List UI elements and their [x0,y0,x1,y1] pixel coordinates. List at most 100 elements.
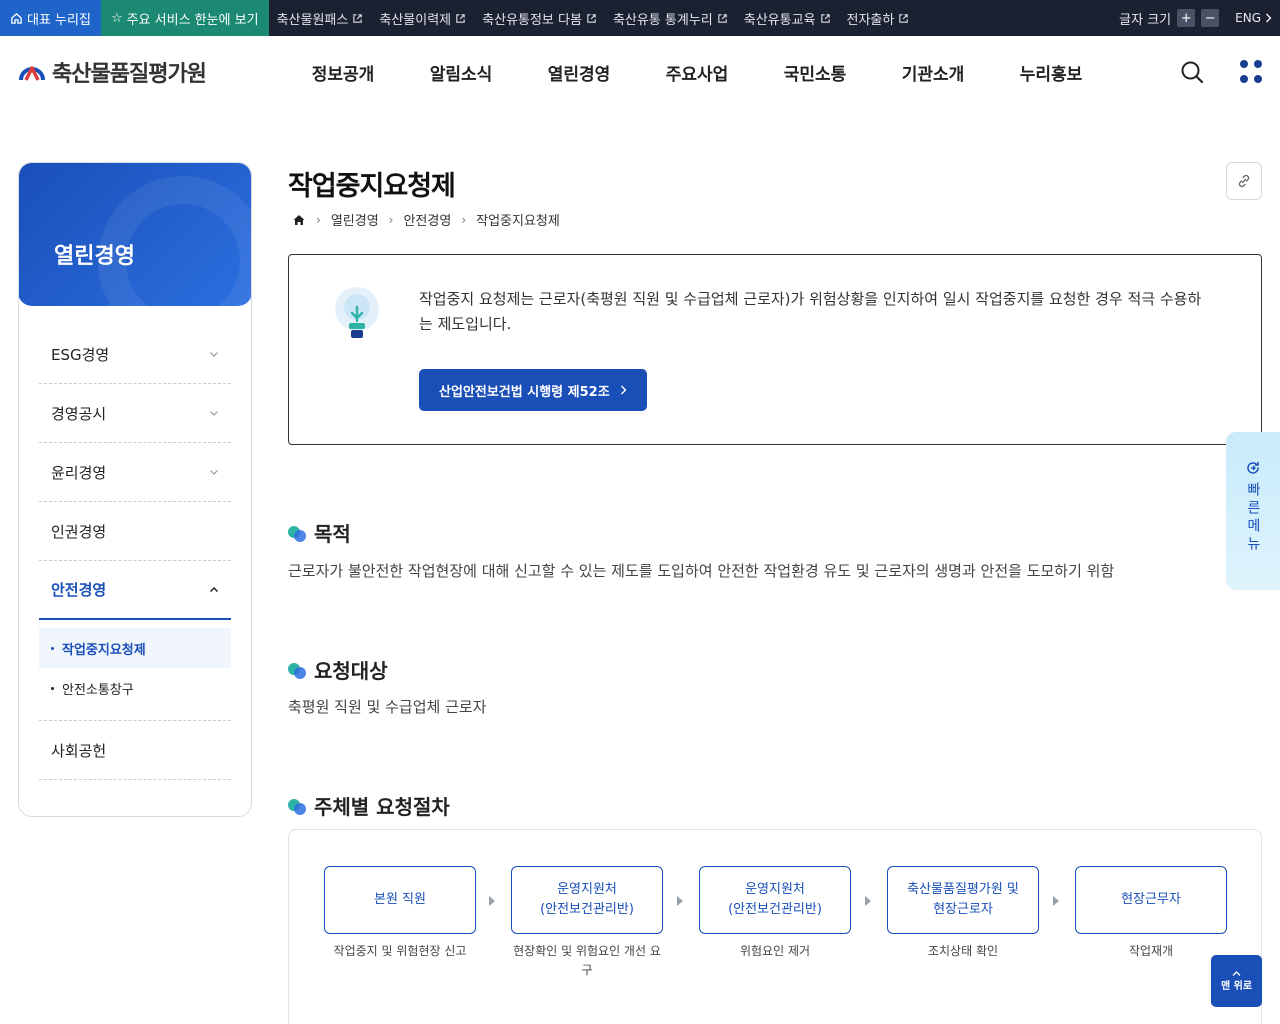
related-link-education[interactable]: 축산유통교육 [736,9,839,28]
arrow-right-icon [865,896,871,906]
related-link-stats[interactable]: 축산유통 통계누리 [605,9,736,28]
law-reference-button[interactable]: 산업안전보건법 시행령 제52조 [419,369,647,411]
back-to-top-label: 맨 위로 [1220,981,1253,992]
nav-communication[interactable]: 국민소통 [756,60,874,85]
key-services-link[interactable]: ☆ 주요 서비스 한눈에 보기 [100,0,269,36]
site-logo[interactable]: 축산물품질평가원 [18,56,207,88]
section-bullet-icon [288,661,306,679]
breadcrumb-item[interactable]: 안전경영 [403,210,451,229]
sub-navigation-header: 열린경영 [19,163,251,306]
sidebar-item-label: 경영공시 [51,404,107,423]
related-link-label: 축산유통정보 다봄 [482,12,582,28]
procedure-step-actor: 축산물품질평가원 및 현장근로자 [887,866,1039,934]
sidebar-item-label: 사회공헌 [51,741,107,760]
back-to-top-button[interactable]: 맨 위로 [1211,955,1262,1007]
section-title-purpose: 목적 [288,518,351,547]
section-text-purpose: 근로자가 불안전한 작업현장에 대해 신고할 수 있는 제도를 도입하여 안전한… [288,562,1115,580]
site-header: 축산물품질평가원 정보공개 알림소식 열린경영 주요사업 국민소통 기관소개 누… [0,36,1280,108]
procedure-step: 운영지원처 (안전보건관리반) 현장확인 및 위험요인 개선 요구 [511,866,663,980]
procedure-step-actor-text: 운영지원처 (안전보건관리반) [540,882,634,917]
section-bullet-icon [288,797,306,815]
nav-open-management[interactable]: 열린경영 [520,60,638,85]
menu-dot [1240,74,1248,83]
sidebar-item-social[interactable]: 사회공헌 [39,721,231,780]
chevron-up-icon [209,586,219,592]
sidebar-item-label: ESG경영 [51,345,110,364]
procedure-step-actor: 현장근무자 [1075,866,1227,934]
quick-menu-label: 빠른메뉴 [1245,482,1261,554]
nav-promotion[interactable]: 누리홍보 [992,60,1110,85]
submenu-item-work-stop[interactable]: 작업중지요청제 [39,628,231,668]
related-link-onepass[interactable]: 축산물원패스 [269,9,372,28]
related-link-dabom[interactable]: 축산유통정보 다봄 [474,9,605,28]
intro-box: 작업중지 요청제는 근로자(축평원 직원 및 수급업체 근로자)가 위험상황을 … [288,254,1262,445]
sidebar-item-label: 안전경영 [51,581,107,599]
sidebar-item-human-rights[interactable]: 인권경영 [39,502,231,561]
nav-info-disclosure[interactable]: 정보공개 [284,60,402,85]
chevron-up-icon [1232,971,1241,976]
external-link-icon [820,13,830,23]
related-link-label: 축산유통교육 [743,12,816,28]
nav-news[interactable]: 알림소식 [402,60,520,85]
chevron-down-icon [210,470,218,475]
external-link-icon [718,13,727,23]
sidebar-item-safety[interactable]: 안전경영 [39,561,231,620]
sub-navigation-title: 열린경영 [54,244,135,269]
chevron-right-icon: › [461,212,467,227]
submenu-item-label: 안전소통창구 [62,682,134,698]
font-size-label: 글자 크기 [1119,12,1172,28]
sidebar-item-ethics[interactable]: 윤리경영 [39,443,231,502]
procedure-step: 현장근무자 작업재개 [1075,866,1227,961]
sidebar-item-label: 인권경영 [51,522,107,541]
submenu-item-safety-channel[interactable]: 안전소통창구 [39,668,231,708]
related-link-label: 축산물이력제 [379,12,452,28]
procedure-step-actor-text: 본원 직원 [374,892,426,907]
quick-menu[interactable]: 빠른메뉴 [1226,432,1280,590]
related-link-label: 축산유통 통계누리 [612,12,713,28]
chevron-down-icon [210,352,218,357]
external-link-icon [587,13,596,23]
sub-navigation-list: ESG경영 경영공시 윤리경영 인권경영 안전경영 작업중지요청제 안전소통창구… [39,325,231,780]
chevron-right-icon [1266,13,1272,23]
related-site-links: 축산물원패스 축산물이력제 축산유통정보 다봄 축산유통 통계누리 축산유통교육… [269,9,918,28]
related-link-shipment[interactable]: 전자출하 [839,9,918,28]
search-icon[interactable] [1180,60,1204,84]
related-link-label: 축산물원패스 [276,12,349,28]
procedure-step: 본원 직원 작업중지 및 위험현장 신고 [324,866,476,961]
main-site-link[interactable]: 대표 누리집 [0,0,101,36]
font-decrease-button[interactable]: − [1201,9,1220,27]
menu-dot [1240,60,1248,68]
section-title-procedure: 주체별 요청절차 [288,791,450,820]
procedure-step-actor-text: 현장근무자 [1121,892,1181,907]
breadcrumb-item[interactable]: 열린경영 [331,210,379,229]
nav-main-business[interactable]: 주요사업 [638,60,756,85]
main-site-label: 대표 누리집 [27,12,91,28]
sidebar-item-esg[interactable]: ESG경영 [39,325,231,384]
procedure-step-actor: 본원 직원 [324,866,476,934]
section-title-text: 주체별 요청절차 [314,795,450,819]
nav-about[interactable]: 기관소개 [874,60,992,85]
related-link-trace[interactable]: 축산물이력제 [371,9,474,28]
related-link-label: 전자출하 [846,12,895,28]
share-button[interactable] [1226,162,1262,200]
safety-submenu: 작업중지요청제 안전소통창구 [39,620,231,721]
link-icon [1238,174,1250,188]
breadcrumb: › 열린경영 › 안전경영 › 작업중지요청제 [292,210,560,229]
arrow-right-icon [677,896,683,906]
all-menu-icon[interactable] [1240,60,1264,84]
page-title: 작업중지요청제 [288,171,456,202]
procedure-step-desc: 작업중지 및 위험현장 신고 [333,944,467,958]
home-icon [11,12,22,24]
chevron-right-icon: › [316,212,321,227]
utility-controls: 글자 크기 + − ENG [1119,0,1272,36]
font-increase-button[interactable]: + [1177,9,1196,27]
sidebar-item-disclosure[interactable]: 경영공시 [39,384,231,443]
language-switch[interactable]: ENG [1235,11,1272,25]
sub-navigation: 열린경영 ESG경영 경영공시 윤리경영 인권경영 안전경영 작업중지요청제 안… [18,162,252,817]
section-bullet-icon [288,524,306,542]
procedure-step-desc: 조치상태 확인 [927,944,999,958]
star-icon: ☆ [110,10,123,26]
home-icon[interactable] [292,213,306,227]
logo-text: 축산물품질평가원 [52,62,207,87]
procedure-step-actor: 운영지원처 (안전보건관리반) [511,866,663,934]
